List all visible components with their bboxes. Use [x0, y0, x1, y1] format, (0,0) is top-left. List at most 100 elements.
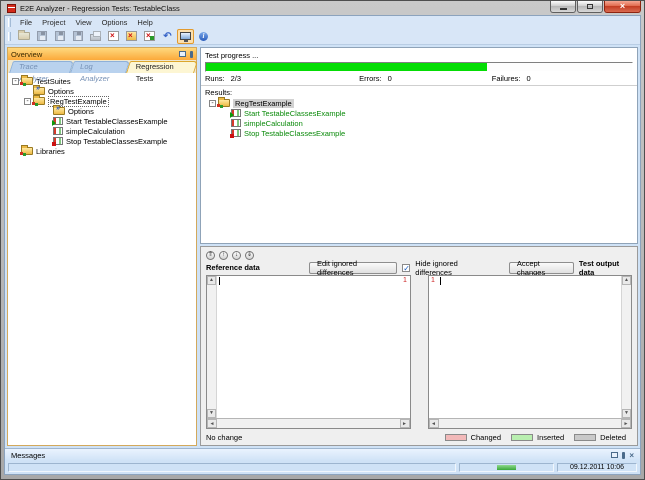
results-row-stop[interactable]: Stop TestableClassesExample: [205, 128, 633, 138]
maximize-button[interactable]: [577, 1, 603, 13]
results-root-row[interactable]: - RegTestExample: [205, 98, 633, 108]
menu-help[interactable]: Help: [132, 18, 157, 27]
output-horizontal-scrollbar[interactable]: ◄ ►: [429, 418, 632, 428]
menu-file[interactable]: File: [15, 18, 37, 27]
testcase-icon: [231, 119, 241, 127]
pin-panel-icon[interactable]: [622, 452, 625, 459]
reference-vertical-scrollbar[interactable]: ▲ ▼: [207, 276, 217, 418]
open-button[interactable]: [15, 29, 32, 44]
accept-changes-button[interactable]: Accept changes: [509, 262, 574, 274]
test-progress-bar: [205, 62, 633, 72]
scroll-up-icon[interactable]: ▲: [622, 276, 631, 285]
results-row-start[interactable]: Start TestableClassesExample: [205, 108, 633, 118]
float-panel-icon[interactable]: [611, 452, 618, 458]
about-button[interactable]: i: [195, 29, 212, 44]
print-button[interactable]: [87, 29, 104, 44]
deleted-label: Deleted: [600, 433, 626, 442]
scroll-right-icon[interactable]: ►: [400, 419, 410, 428]
scroll-down-icon[interactable]: ▼: [207, 409, 216, 418]
tab-regression-tests[interactable]: Regression Tests: [128, 61, 196, 73]
new-regression-test-button[interactable]: [105, 29, 122, 44]
monitor-icon: [180, 32, 191, 40]
new-regression-test-icon: [108, 31, 119, 41]
tree-item-regtestexample[interactable]: - RegTestExample: [8, 96, 196, 106]
test-progress-label: Test progress ...: [205, 51, 633, 60]
menu-project[interactable]: Project: [37, 18, 70, 27]
float-panel-icon[interactable]: [179, 51, 186, 57]
reference-data-editor[interactable]: [217, 276, 401, 418]
status-datetime: 09.12.2011 10:06: [557, 463, 637, 472]
test-output-editor[interactable]: [438, 276, 622, 418]
status-message-field: [8, 463, 456, 472]
output-vertical-scrollbar[interactable]: ▲ ▼: [621, 276, 631, 418]
overview-panel-header: Overview: [8, 48, 196, 60]
libraries-folder-icon: [21, 147, 33, 155]
suite-folder-icon: [218, 99, 230, 107]
save-all-button[interactable]: [69, 29, 86, 44]
info-icon: i: [199, 32, 208, 41]
scroll-down-icon[interactable]: ▼: [622, 409, 631, 418]
failures-label: Failures:: [492, 74, 521, 83]
previous-difference-button[interactable]: ↑: [219, 251, 228, 260]
save-as-icon: [55, 31, 65, 41]
app-window: E2E Analyzer - Regression Tests: Testabl…: [0, 0, 645, 480]
overview-title: Overview: [11, 50, 42, 59]
deleted-swatch: [574, 434, 596, 441]
expander-icon[interactable]: -: [12, 78, 19, 85]
tree-item-stop-testableclasses[interactable]: Stop TestableClassesExample: [8, 136, 196, 146]
titlebar[interactable]: E2E Analyzer - Regression Tests: Testabl…: [4, 1, 641, 15]
inserted-label: Inserted: [537, 433, 564, 442]
maximize-icon: [587, 4, 593, 9]
last-difference-button[interactable]: ⇓: [245, 251, 254, 260]
toolbar-grip[interactable]: [8, 32, 11, 41]
pin-panel-icon[interactable]: [190, 51, 193, 58]
results-label: Results:: [205, 88, 633, 98]
text-cursor: [440, 277, 441, 285]
edit-regression-test-button[interactable]: [123, 29, 140, 44]
tab-log-analyzer[interactable]: Log Analyzer: [72, 61, 128, 73]
save-as-button[interactable]: [51, 29, 68, 44]
tree-item-start-testableclasses[interactable]: Start TestableClassesExample: [8, 116, 196, 126]
close-panel-icon[interactable]: ×: [629, 452, 634, 459]
regression-test-monitor-button[interactable]: [177, 29, 194, 44]
undo-icon: ↶: [163, 31, 171, 42]
scroll-left-icon[interactable]: ◄: [207, 419, 217, 428]
expander-icon[interactable]: -: [209, 100, 216, 107]
diff-panes: ▲ ▼ 1 ◄ ►: [201, 274, 637, 431]
edit-ignored-differences-button[interactable]: Edit ignored differences: [309, 262, 397, 274]
scroll-left-icon[interactable]: ◄: [429, 419, 439, 428]
scroll-right-icon[interactable]: ►: [621, 419, 631, 428]
tab-trace-analyzer[interactable]: Trace Analyzer: [11, 61, 72, 73]
window-controls: ×: [549, 1, 641, 13]
overview-tabstrip: Trace Analyzer Log Analyzer Regression T…: [8, 60, 196, 73]
results-row-simplecalculation[interactable]: simpleCalculation: [205, 118, 633, 128]
menubar-grip[interactable]: [8, 18, 11, 27]
toolbar: ↶ i: [5, 28, 640, 45]
close-button[interactable]: ×: [604, 1, 641, 13]
run-regression-tests-button[interactable]: [141, 29, 158, 44]
minimize-button[interactable]: [550, 1, 576, 13]
test-suite-tree: - TestSuites Options - RegTestExample: [8, 73, 196, 445]
text-cursor: [219, 277, 220, 285]
diff-legend: Changed Inserted Deleted: [445, 433, 632, 442]
app-icon: [7, 4, 16, 13]
tree-item-options-child[interactable]: Options: [8, 106, 196, 116]
tree-item-simplecalculation[interactable]: simpleCalculation: [8, 126, 196, 136]
testcase-start-icon: [231, 109, 241, 117]
tree-item-libraries[interactable]: Libraries: [8, 146, 196, 156]
changed-label: Changed: [471, 433, 501, 442]
scroll-up-icon[interactable]: ▲: [207, 276, 216, 285]
hide-ignored-checkbox[interactable]: ✓: [402, 264, 410, 272]
menu-options[interactable]: Options: [97, 18, 133, 27]
first-difference-button[interactable]: ⇑: [206, 251, 215, 260]
menu-view[interactable]: View: [70, 18, 96, 27]
diff-header: Reference data Edit ignored differences …: [201, 261, 637, 274]
expander-icon[interactable]: -: [24, 98, 31, 105]
next-difference-button[interactable]: ↓: [232, 251, 241, 260]
save-button[interactable]: [33, 29, 50, 44]
undo-button[interactable]: ↶: [159, 29, 176, 44]
reference-horizontal-scrollbar[interactable]: ◄ ►: [207, 418, 410, 428]
results-tree: - RegTestExample Start TestableClassesEx…: [205, 98, 633, 138]
status-progress-marquee: [497, 465, 516, 470]
messages-panel-header[interactable]: Messages ×: [5, 448, 640, 461]
